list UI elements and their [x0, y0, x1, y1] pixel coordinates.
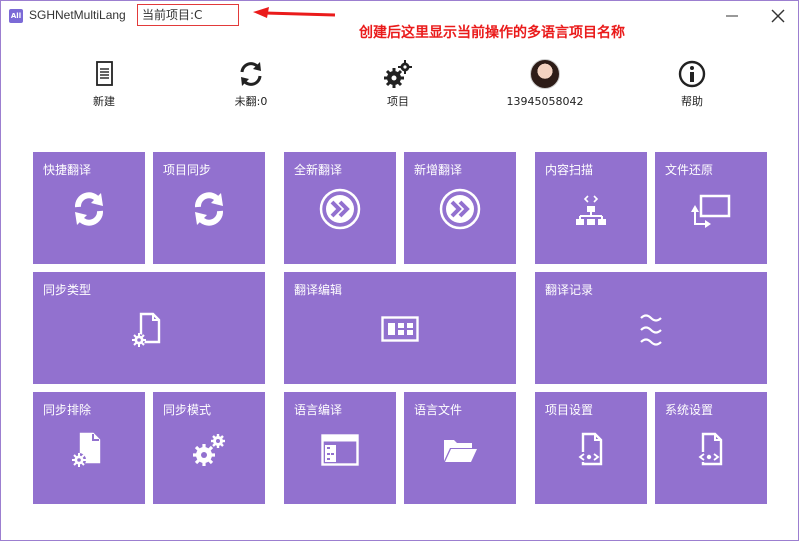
tile-new-translate[interactable]: 全新翻译 [284, 152, 396, 264]
tile-add-translate[interactable]: 新增翻译 [404, 152, 516, 264]
tile-add-translate-label: 新增翻译 [414, 163, 463, 177]
toolbar-user-button[interactable]: 13945058042 [490, 59, 600, 108]
tile-system-settings[interactable]: 系统设置 [655, 392, 767, 504]
tile-quick-translate-label: 快捷翻译 [43, 163, 92, 177]
code-file-icon [698, 432, 723, 466]
tile-sync-mode[interactable]: 同步模式 [153, 392, 265, 504]
tile-project-sync[interactable]: 项目同步 [153, 152, 265, 264]
app-title: SGHNetMultiLang [29, 8, 126, 22]
toolbar-project-label: 项目 [387, 95, 409, 108]
annotation-text: 创建后这里显示当前操作的多语言项目名称 [359, 25, 625, 41]
tile-translate-log[interactable]: 翻译记录 [535, 272, 767, 384]
tile-new-translate-label: 全新翻译 [294, 163, 343, 177]
info-icon [678, 60, 706, 88]
title-bar: All SGHNetMultiLang 当前项目:C 创建后这里显示当前操作的多… [1, 1, 798, 41]
toolbar-untranslated-button[interactable]: 未翻:0 [196, 59, 306, 109]
minimize-button[interactable] [723, 7, 741, 25]
tile-content-scan[interactable]: 内容扫描 [535, 152, 647, 264]
tile-translate-edit-label: 翻译编辑 [294, 283, 343, 297]
compile-window-icon [321, 434, 359, 466]
gears-icon [384, 60, 412, 88]
app-window: All SGHNetMultiLang 当前项目:C 创建后这里显示当前操作的多… [0, 0, 799, 541]
tile-lang-file[interactable]: 语言文件 [404, 392, 516, 504]
tile-sync-exclude[interactable]: 同步排除 [33, 392, 145, 504]
tile-quick-translate[interactable]: 快捷翻译 [33, 152, 145, 264]
sync-icon [195, 192, 223, 226]
file-gear-icon [72, 432, 101, 467]
grid-editor-icon [381, 316, 419, 342]
close-button[interactable] [769, 7, 787, 25]
tile-project-sync-label: 项目同步 [163, 163, 212, 177]
toolbar-new-button[interactable]: 新建 [49, 59, 159, 109]
app-logo-icon: All [9, 9, 23, 23]
current-project-label: 当前项目:C [137, 4, 239, 26]
tile-project-settings[interactable]: 项目设置 [535, 392, 647, 504]
sitemap-icon [576, 195, 606, 225]
code-file-icon [578, 432, 603, 466]
toolbar-new-label: 新建 [93, 95, 115, 108]
toolbar-help-button[interactable]: 帮助 [637, 59, 747, 109]
tile-translate-edit[interactable]: 翻译编辑 [284, 272, 516, 384]
refresh-icon [240, 62, 262, 86]
toolbar-project-button[interactable]: 项目 [343, 59, 453, 109]
tile-sync-type[interactable]: 同步类型 [33, 272, 265, 384]
tile-sync-exclude-label: 同步排除 [43, 403, 92, 417]
tile-file-restore-label: 文件还原 [665, 163, 714, 177]
fast-forward-circle-icon [319, 188, 361, 230]
toolbar-help-label: 帮助 [681, 95, 703, 108]
tile-translate-log-label: 翻译记录 [545, 283, 594, 297]
tile-system-settings-label: 系统设置 [665, 403, 714, 417]
toolbar-untranslated-label: 未翻:0 [234, 95, 268, 108]
tile-content-scan-label: 内容扫描 [545, 163, 594, 177]
waves-icon [640, 314, 662, 346]
avatar [530, 59, 560, 89]
file-gear-icon [132, 312, 161, 347]
tile-file-restore[interactable]: 文件还原 [655, 152, 767, 264]
sync-icon [75, 192, 103, 226]
tile-lang-file-label: 语言文件 [414, 403, 463, 417]
open-folder-icon [444, 440, 477, 462]
tile-lang-compile-label: 语言编译 [294, 403, 343, 417]
fast-forward-circle-icon [439, 188, 481, 230]
annotation-arrow-icon [253, 7, 336, 18]
restore-window-icon [691, 194, 731, 228]
toolbar-user-label: 13945058042 [506, 95, 584, 108]
tile-project-settings-label: 项目设置 [545, 403, 594, 417]
tile-sync-type-label: 同步类型 [43, 283, 92, 297]
tile-lang-compile[interactable]: 语言编译 [284, 392, 396, 504]
tile-sync-mode-label: 同步模式 [163, 403, 212, 417]
gears-icon [193, 434, 225, 466]
document-icon [96, 61, 113, 86]
